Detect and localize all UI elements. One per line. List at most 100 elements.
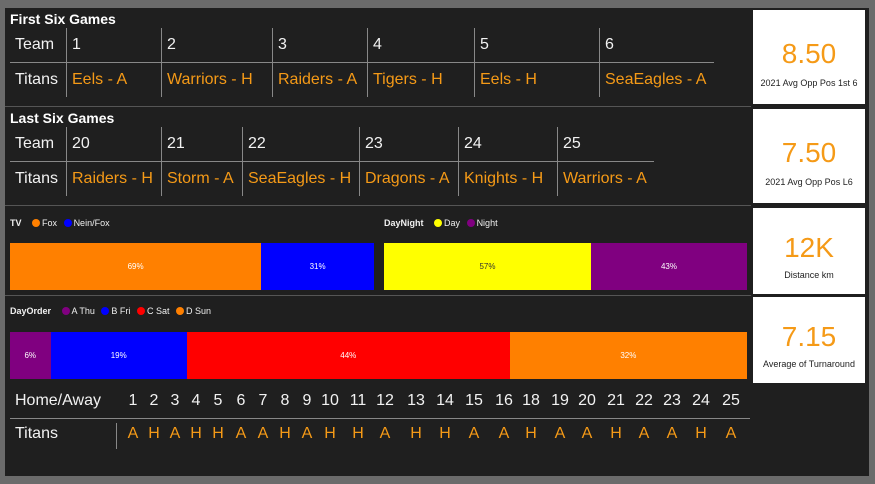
home-away-cell: A (554, 425, 566, 442)
home-away-header: Home/Away (15, 392, 101, 409)
game-number: 21 (161, 127, 243, 162)
daynight-legend: DayNight Day Night (384, 218, 498, 228)
daynight-segment-day[interactable]: 57% (384, 243, 591, 290)
round-number: 18 (522, 392, 540, 409)
divider (116, 423, 117, 449)
round-number: 5 (213, 392, 223, 409)
home-away-cell: H (695, 425, 707, 442)
kpi-label: 2021 Avg Opp Pos L6 (765, 177, 853, 187)
round-number: 6 (236, 392, 246, 409)
segment-label: 69% (127, 262, 144, 271)
home-away-cell: A (379, 425, 391, 442)
home-away-cell: A (581, 425, 593, 442)
home-away-cell: H (610, 425, 622, 442)
legend-entry[interactable]: C Sat (147, 306, 170, 316)
legend-entry[interactable]: Nein/Fox (74, 218, 110, 228)
legend-entry[interactable]: Fox (42, 218, 57, 228)
dayorder-segment-sat[interactable]: 44% (186, 332, 510, 379)
fox-dot-icon (32, 219, 41, 227)
home-away-cell: A (666, 425, 678, 442)
legend-entry[interactable]: Night (477, 218, 498, 228)
team-label: Titans (15, 170, 58, 187)
round-number: 11 (349, 392, 367, 409)
game-number: 20 (66, 127, 162, 162)
kpi-value: 12K (784, 232, 834, 263)
tv-legend: TV Fox Nein/Fox (10, 218, 110, 228)
dayorder-legend: DayOrder A Thu B Fri C Sat D Sun (10, 306, 211, 316)
team-header: Team (10, 127, 67, 162)
round-number: 3 (170, 392, 180, 409)
home-away-cell: A (257, 425, 269, 442)
first-six-title: First Six Games (10, 11, 116, 27)
kpi-value: 7.15 (781, 321, 837, 352)
game-number: 23 (359, 127, 459, 162)
kpi-card-avg-opp-last6[interactable]: 7.50 2021 Avg Opp Pos L6 (753, 109, 865, 203)
game-number: 2 (161, 28, 273, 63)
opponent-cell: Tigers - H (367, 62, 475, 97)
kpi-card-distance[interactable]: 12K Distance km (753, 208, 865, 294)
daynight-segment-night[interactable]: 43% (590, 243, 747, 290)
opponent-cell: Dragons - A (359, 161, 459, 196)
round-number: 9 (302, 392, 312, 409)
game-number: 4 (367, 28, 475, 63)
round-number: 4 (191, 392, 201, 409)
round-number: 22 (635, 392, 653, 409)
team-header: Team (10, 28, 67, 63)
sat-dot-icon (136, 307, 145, 315)
game-number: 24 (458, 127, 558, 162)
legend-entry[interactable]: B Fri (111, 306, 130, 316)
home-away-cell: H (279, 425, 291, 442)
dayorder-segment-fri[interactable]: 19% (50, 332, 187, 379)
segment-label: 19% (110, 351, 127, 360)
dashboard-canvas: First Six Games Team 1 2 3 4 5 6 Titans … (5, 8, 869, 476)
game-number: 5 (474, 28, 600, 63)
opponent-cell: Warriors - A (557, 161, 654, 196)
dayorder-segment-sun[interactable]: 32% (509, 332, 747, 379)
round-number: 8 (280, 392, 290, 409)
kpi-label: Distance km (784, 270, 834, 280)
home-away-cell: A (301, 425, 313, 442)
opponent-cell: Knights - H (458, 161, 558, 196)
home-away-cell: A (235, 425, 247, 442)
kpi-card-turnaround[interactable]: 7.15 Average of Turnaround (753, 297, 865, 383)
legend-entry[interactable]: A Thu (72, 306, 95, 316)
daynight-bar: 57% 43% (384, 243, 747, 290)
home-away-cell: A (725, 425, 737, 442)
daynight-legend-title: DayNight (384, 218, 424, 228)
home-away-cell: A (638, 425, 650, 442)
game-number: 22 (242, 127, 360, 162)
tv-segment-fox[interactable]: 69% (10, 243, 262, 290)
home-away-table: Home/Away 1 2 3 4 5 6 7 8 9 10 11 12 13 14 15 16 18 19 20 2… (10, 386, 750, 451)
game-number: 1 (66, 28, 162, 63)
round-number: 16 (495, 392, 513, 409)
home-away-cell: H (439, 425, 451, 442)
game-number: 3 (272, 28, 368, 63)
night-dot-icon (466, 219, 475, 227)
home-away-cell: A (169, 425, 181, 442)
round-number: 25 (722, 392, 740, 409)
dayorder-bar: 6% 19% 44% 32% (10, 332, 747, 379)
kpi-value: 7.50 (781, 137, 837, 168)
home-away-cell: H (352, 425, 364, 442)
home-away-cell: H (324, 425, 336, 442)
round-number: 19 (551, 392, 569, 409)
dayorder-segment-thu[interactable]: 6% (10, 332, 51, 379)
home-away-cell: H (148, 425, 160, 442)
legend-entry[interactable]: Day (444, 218, 460, 228)
round-number: 23 (663, 392, 681, 409)
home-away-cell: A (127, 425, 139, 442)
kpi-label: Average of Turnaround (763, 359, 855, 369)
home-away-cell: H (190, 425, 202, 442)
opponent-cell: Raiders - A (272, 62, 368, 97)
home-away-cell: A (498, 425, 510, 442)
opponent-cell: SeaEagles - H (242, 161, 360, 196)
kpi-label: 2021 Avg Opp Pos 1st 6 (760, 78, 858, 88)
round-number: 14 (436, 392, 454, 409)
legend-entry[interactable]: D Sun (186, 306, 211, 316)
segment-label: 43% (660, 262, 677, 271)
tv-segment-nein-fox[interactable]: 31% (261, 243, 374, 290)
kpi-card-avg-opp-first6[interactable]: 8.50 2021 Avg Opp Pos 1st 6 (753, 10, 865, 104)
round-number: 24 (692, 392, 710, 409)
segment-label: 32% (620, 351, 637, 360)
tv-legend-title: TV (10, 218, 22, 228)
